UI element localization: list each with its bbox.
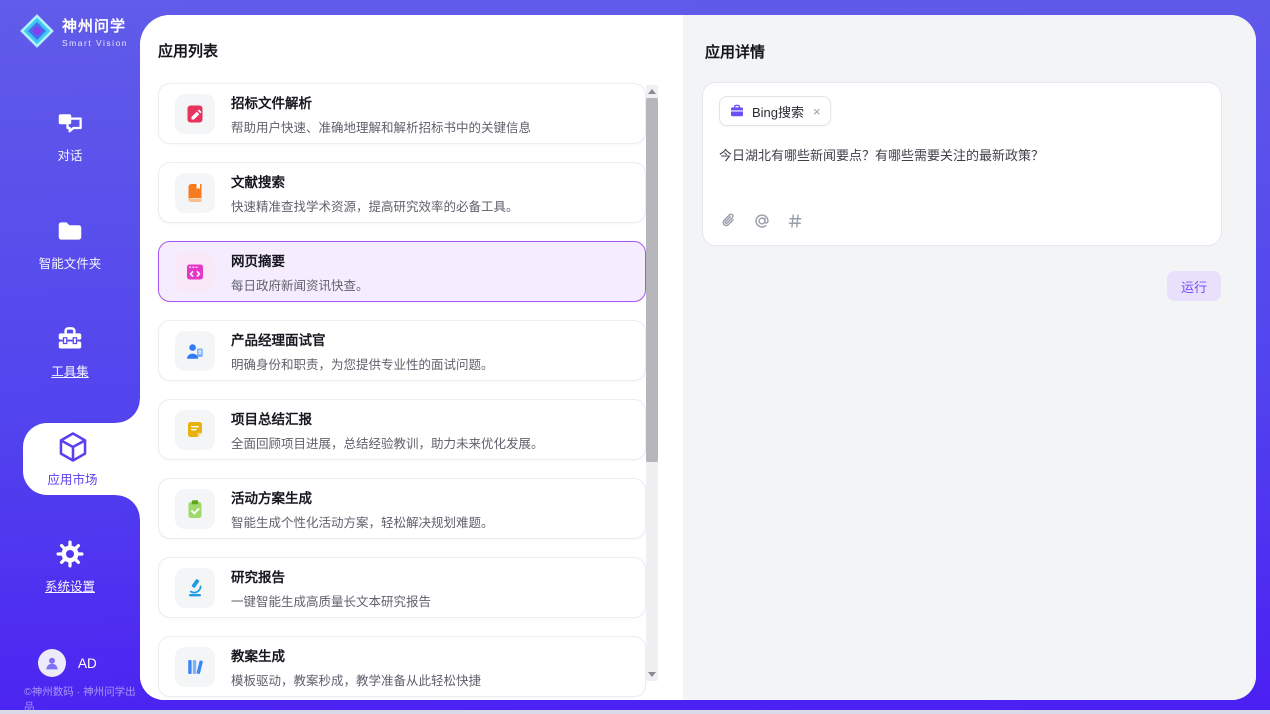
tool-chip-bing-search[interactable]: Bing搜索 × [719,96,831,126]
sidebar-item-chat[interactable]: 对话 [0,108,140,164]
scroll-up-icon[interactable] [646,85,658,98]
brand-name: 神州问学 [62,15,128,36]
paperclip-icon[interactable] [719,211,739,231]
app-desc: 快速精准查找学术资源，提高研究效率的必备工具。 [231,196,519,215]
sidebar-item-smart-folders[interactable]: 智能文件夹 [0,216,140,272]
app-title: 活动方案生成 [231,487,494,507]
app-desc: 帮助用户快速、准确地理解和解析招标书中的关键信息 [231,117,531,136]
app-list-title: 应用列表 [158,40,683,61]
book-icon [184,182,206,204]
scroll-down-icon[interactable] [646,668,658,681]
hash-icon[interactable] [785,211,805,231]
run-button[interactable]: 运行 [1167,271,1221,301]
clipboard-check-icon [184,498,206,520]
close-icon[interactable]: × [813,105,821,118]
sidebar-item-settings[interactable]: 系统设置 [0,539,140,595]
document-edit-icon [184,103,206,125]
brand-diamond-icon [18,12,56,50]
brand-tagline: Smart Vision [62,38,128,48]
microscope-icon [184,577,206,599]
prompt-text: 今日湖北有哪些新闻要点？有哪些需要关注的最新政策？ [719,145,1199,164]
app-title: 网页摘要 [231,250,369,270]
sidebar-item-label: 智能文件夹 [39,253,102,272]
sidebar-item-app-market[interactable]: 应用市场 [23,423,140,495]
app-desc: 明确身份和职责，为您提供专业性的面试问题。 [231,354,494,373]
sidebar-item-label: 系统设置 [45,576,95,595]
brand-logo: 神州问学 Smart Vision [18,12,128,50]
app-title: 招标文件解析 [231,92,531,112]
sidebar-item-toolset[interactable]: 工具集 [0,324,140,380]
browser-code-icon [184,261,206,283]
app-detail-panel: 应用详情 Bing搜索 × 今日湖北有哪些新闻要点？有哪些需要关注的最新政策？ [683,15,1256,700]
gear-icon [55,539,85,569]
app-card-literature-search[interactable]: 文献搜索 快速精准查找学术资源，提高研究效率的必备工具。 [158,162,646,223]
user-account[interactable]: AD [38,649,97,677]
main-panel: 应用列表 招标文件解析 帮助用户快速、准确地理解和解析招标书中的关键信息 [140,15,1256,700]
app-desc: 智能生成个性化活动方案，轻松解决规划难题。 [231,512,494,531]
app-card-bid-document-parse[interactable]: 招标文件解析 帮助用户快速、准确地理解和解析招标书中的关键信息 [158,83,646,144]
note-icon [184,419,206,441]
sidebar: 神州问学 Smart Vision 对话 智能文件夹 [0,0,140,714]
app-desc: 全面回顾项目进展，总结经验教训，助力未来优化发展。 [231,433,544,452]
toolbox-icon [55,324,85,354]
tool-chip-label: Bing搜索 [752,102,804,121]
app-desc: 每日政府新闻资讯快查。 [231,275,369,294]
app-window: 神州问学 Smart Vision 对话 智能文件夹 [0,0,1270,714]
books-icon [184,656,206,678]
app-card-web-summary[interactable]: 网页摘要 每日政府新闻资讯快查。 [158,241,646,302]
app-card-lesson-plan[interactable]: 教案生成 模板驱动，教案秒成，教学准备从此轻松快捷 [158,636,646,697]
app-list-scrollbar[interactable] [646,85,658,681]
app-card-list: 招标文件解析 帮助用户快速、准确地理解和解析招标书中的关键信息 文献搜索 [158,83,646,697]
person-icon [43,654,61,672]
app-desc: 一键智能生成高质量长文本研究报告 [231,591,431,610]
prompt-input[interactable]: Bing搜索 × 今日湖北有哪些新闻要点？有哪些需要关注的最新政策？ [702,82,1222,246]
sidebar-item-label: 对话 [57,145,82,164]
interviewer-icon [184,340,206,362]
app-title: 项目总结汇报 [231,408,544,428]
app-card-pm-interviewer[interactable]: 产品经理面试官 明确身份和职责，为您提供专业性的面试问题。 [158,320,646,381]
at-sign-icon[interactable] [752,211,772,231]
app-title: 研究报告 [231,566,431,586]
user-label: AD [78,656,97,671]
window-bottom-edge [0,710,1270,714]
app-card-research-report[interactable]: 研究报告 一键智能生成高质量长文本研究报告 [158,557,646,618]
app-title: 产品经理面试官 [231,329,494,349]
folder-icon [55,216,85,246]
app-title: 文献搜索 [231,171,519,191]
attachment-toolbar [719,211,805,231]
scrollbar-thumb[interactable] [646,98,658,462]
app-list-panel: 应用列表 招标文件解析 帮助用户快速、准确地理解和解析招标书中的关键信息 [140,15,683,700]
sidebar-item-label: 应用市场 [47,469,97,488]
app-desc: 模板驱动，教案秒成，教学准备从此轻松快捷 [231,670,481,689]
app-title: 教案生成 [231,645,481,665]
app-detail-title: 应用详情 [705,41,1256,62]
briefcase-icon [729,103,745,119]
avatar [38,649,66,677]
cube-icon [56,430,90,464]
chat-icon [55,108,85,138]
app-card-event-plan[interactable]: 活动方案生成 智能生成个性化活动方案，轻松解决规划难题。 [158,478,646,539]
sidebar-item-label: 工具集 [51,361,89,380]
app-card-project-summary[interactable]: 项目总结汇报 全面回顾项目进展，总结经验教训，助力未来优化发展。 [158,399,646,460]
